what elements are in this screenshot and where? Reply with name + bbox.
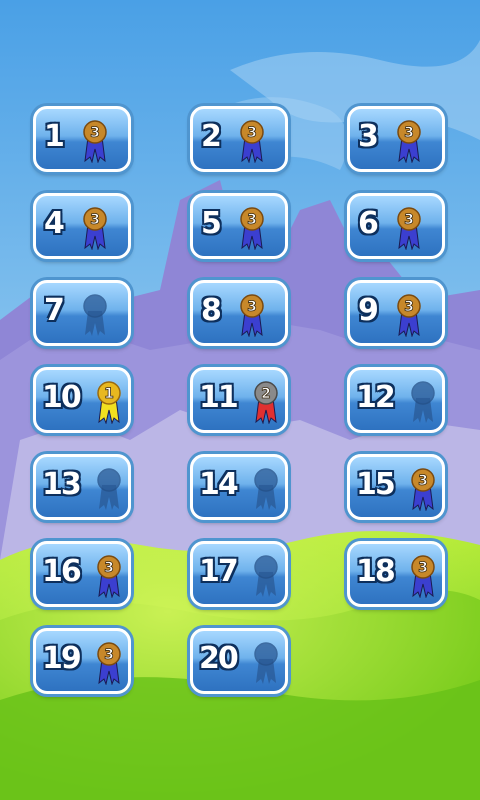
medal-rank-text: 3 — [418, 473, 428, 489]
level-button-14[interactable]: 14 — [190, 454, 288, 520]
bronze-medal-icon: 3 — [97, 642, 121, 685]
level-number: 5 — [201, 206, 222, 241]
locked-medal-icon — [411, 381, 435, 423]
medal-rank-text: 3 — [247, 125, 257, 141]
level-button-17[interactable]: 17 — [190, 541, 288, 607]
medal-rank-text: 3 — [404, 125, 414, 141]
locked-medal-icon — [254, 555, 278, 597]
medal-rank-text: 3 — [104, 560, 114, 576]
medal-rank-text: 1 — [104, 386, 114, 402]
level-button-9[interactable]: 93 — [347, 280, 445, 346]
level-number: 16 — [42, 554, 82, 589]
level-button-1[interactable]: 13 — [33, 106, 131, 172]
bronze-medal-icon: 3 — [411, 555, 435, 598]
medal-rank-text: 3 — [90, 212, 100, 228]
level-button-6[interactable]: 63 — [347, 193, 445, 259]
level-button-10[interactable]: 10 1 — [33, 367, 131, 433]
level-button-4[interactable]: 43 — [33, 193, 131, 259]
silver-medal-icon: 2 — [254, 381, 278, 424]
level-button-3[interactable]: 33 — [347, 106, 445, 172]
level-number: 18 — [356, 554, 396, 589]
level-number: 3 — [358, 119, 379, 154]
level-number: 10 — [42, 380, 82, 415]
level-number: 20 — [199, 641, 239, 676]
medal-rank-text: 3 — [247, 212, 257, 228]
gold-medal-icon: 1 — [97, 381, 121, 424]
level-number: 9 — [358, 293, 379, 328]
level-button-11[interactable]: 11 2 — [190, 367, 288, 433]
level-button-15[interactable]: 15 3 — [347, 454, 445, 520]
level-number: 2 — [201, 119, 222, 154]
level-number: 17 — [199, 554, 239, 589]
locked-medal-icon — [254, 642, 278, 684]
level-button-7[interactable]: 7 — [33, 280, 131, 346]
bronze-medal-icon: 3 — [411, 468, 435, 511]
locked-medal-icon — [97, 468, 121, 510]
level-number: 4 — [44, 206, 65, 241]
level-number: 8 — [201, 293, 222, 328]
medal-rank-text: 2 — [261, 386, 271, 402]
bronze-medal-icon: 3 — [240, 120, 264, 163]
locked-medal-icon — [254, 468, 278, 510]
bronze-medal-icon: 3 — [83, 120, 107, 163]
bronze-medal-icon: 3 — [240, 294, 264, 337]
level-button-8[interactable]: 83 — [190, 280, 288, 346]
level-number: 19 — [42, 641, 82, 676]
medal-rank-text: 3 — [404, 299, 414, 315]
level-number: 14 — [199, 467, 239, 502]
level-number: 1 — [44, 119, 65, 154]
level-button-2[interactable]: 23 — [190, 106, 288, 172]
level-select-grid: 1 3 2 3 3 3 4 3 5 3 6 3 7 8 3 9 3 10 1 11 2 12 13 14 15 3 16 3 17 18 3… — [0, 0, 480, 800]
bronze-medal-icon: 3 — [397, 294, 421, 337]
level-button-12[interactable]: 12 — [347, 367, 445, 433]
level-button-16[interactable]: 16 3 — [33, 541, 131, 607]
level-button-5[interactable]: 53 — [190, 193, 288, 259]
medal-rank-text: 3 — [90, 125, 100, 141]
medal-rank-text: 3 — [104, 647, 114, 663]
bronze-medal-icon: 3 — [397, 207, 421, 250]
level-button-20[interactable]: 20 — [190, 628, 288, 694]
locked-medal-icon — [83, 294, 107, 336]
level-number: 15 — [356, 467, 396, 502]
medal-rank-text: 3 — [404, 212, 414, 228]
level-button-19[interactable]: 19 3 — [33, 628, 131, 694]
medal-rank-text: 3 — [247, 299, 257, 315]
bronze-medal-icon: 3 — [97, 555, 121, 598]
level-number: 6 — [358, 206, 379, 241]
medal-rank-text: 3 — [418, 560, 428, 576]
level-number: 13 — [42, 467, 82, 502]
level-number: 11 — [199, 380, 239, 415]
level-button-18[interactable]: 18 3 — [347, 541, 445, 607]
level-number: 12 — [356, 380, 396, 415]
bronze-medal-icon: 3 — [240, 207, 264, 250]
level-number: 7 — [44, 293, 65, 328]
bronze-medal-icon: 3 — [397, 120, 421, 163]
level-button-13[interactable]: 13 — [33, 454, 131, 520]
bronze-medal-icon: 3 — [83, 207, 107, 250]
